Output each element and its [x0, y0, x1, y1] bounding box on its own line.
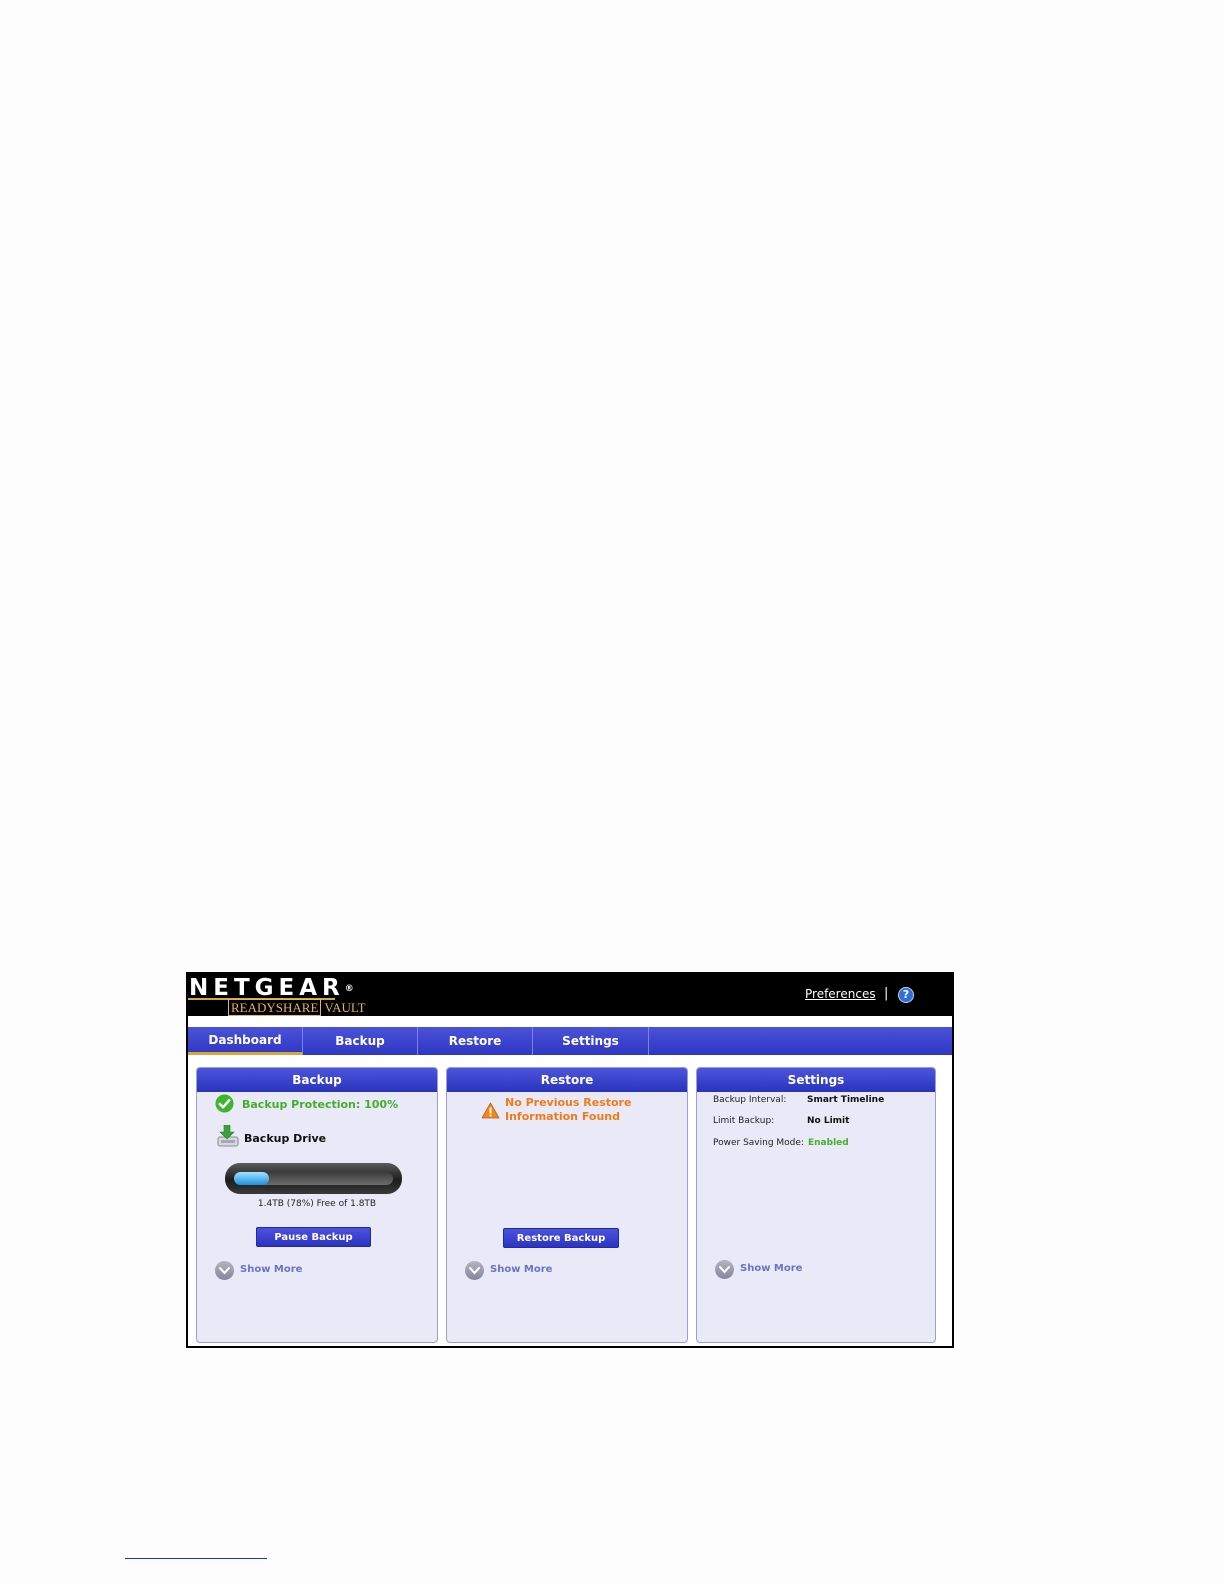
help-glyph: ? [902, 988, 910, 1001]
header-separator: | [884, 986, 889, 1001]
tab-bar: Dashboard Backup Restore Settings [188, 1027, 952, 1055]
no-restore-message-line1: No Previous Restore [505, 1096, 632, 1109]
settings-show-more[interactable]: Show More [715, 1260, 825, 1280]
product-name: READYSHARE VAULT [228, 999, 366, 1016]
settings-panel: Settings Backup Interval: Smart Timeline… [696, 1067, 936, 1343]
restore-backup-button[interactable]: Restore Backup [503, 1228, 619, 1248]
drive-usage-bar [225, 1163, 402, 1194]
dashboard-content: Backup Backup Protection: 100% Backup Dr… [188, 1055, 952, 1346]
header-spacer [188, 1016, 952, 1027]
tab-backup[interactable]: Backup [303, 1027, 418, 1055]
check-circle-icon [215, 1094, 234, 1113]
tab-settings[interactable]: Settings [533, 1027, 649, 1055]
backup-drive-label: Backup Drive [244, 1132, 327, 1145]
footnote-rule [125, 1558, 267, 1559]
chevron-down-icon [465, 1261, 484, 1280]
no-restore-message: No Previous Restore Information Found [505, 1096, 631, 1124]
restore-show-more[interactable]: Show More [465, 1261, 575, 1281]
chevron-down-icon [215, 1261, 234, 1280]
show-more-label: Show More [240, 1264, 303, 1275]
tab-dashboard[interactable]: Dashboard [188, 1027, 303, 1055]
backup-interval-label: Backup Interval: [713, 1095, 787, 1105]
show-more-label: Show More [740, 1263, 803, 1274]
backup-protection-status: Backup Protection: 100% [242, 1098, 399, 1111]
top-header: NETGEAR® READYSHARE VAULT Preferences | … [188, 974, 952, 1016]
backup-panel: Backup Backup Protection: 100% Backup Dr… [196, 1067, 438, 1343]
settings-panel-title: Settings [697, 1068, 935, 1092]
backup-panel-title: Backup [197, 1068, 437, 1092]
help-icon[interactable]: ? [898, 987, 914, 1003]
logo-mark: ® [344, 984, 354, 994]
preferences-link[interactable]: Preferences [805, 987, 876, 1001]
power-saving-value: Enabled [808, 1138, 849, 1148]
restore-panel: Restore No Previous Restore Information … [446, 1067, 688, 1343]
chevron-down-icon [715, 1260, 734, 1279]
tab-restore[interactable]: Restore [418, 1027, 533, 1055]
drive-usage-fill [234, 1172, 269, 1185]
product-name-suffix: VAULT [324, 1000, 366, 1015]
product-name-boxed: READYSHARE [228, 999, 322, 1016]
warning-triangle-icon [481, 1102, 500, 1119]
power-saving-label: Power Saving Mode: [713, 1138, 804, 1148]
drive-download-icon [217, 1124, 240, 1147]
show-more-label: Show More [490, 1264, 553, 1275]
pause-backup-button[interactable]: Pause Backup [256, 1227, 371, 1247]
backup-interval-value: Smart Timeline [807, 1095, 885, 1105]
restore-panel-title: Restore [447, 1068, 687, 1092]
app-window: NETGEAR® READYSHARE VAULT Preferences | … [186, 972, 954, 1348]
no-restore-message-line2: Information Found [505, 1110, 620, 1123]
drive-usage-text: 1.4TB (78%) Free of 1.8TB [257, 1199, 377, 1209]
limit-backup-label: Limit Backup: [713, 1116, 775, 1126]
backup-show-more[interactable]: Show More [215, 1261, 325, 1281]
limit-backup-value: No Limit [807, 1116, 850, 1126]
